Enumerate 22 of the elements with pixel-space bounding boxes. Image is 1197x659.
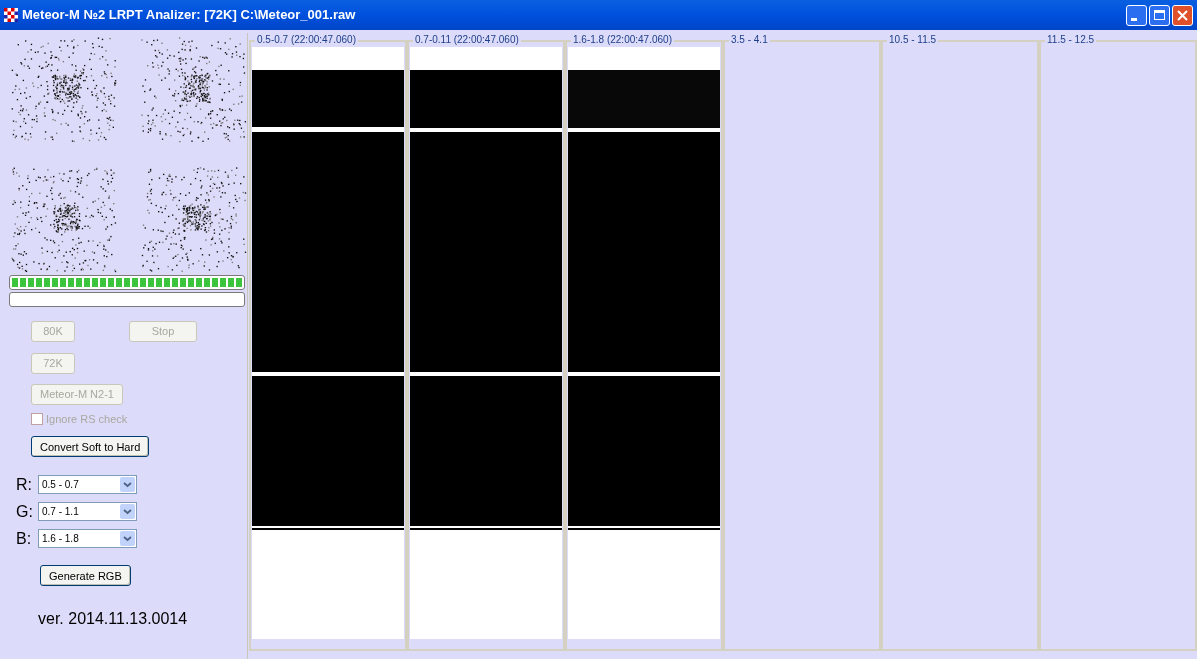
- version-text: ver. 2014.11.13.0014: [38, 608, 189, 629]
- group-box-title: 3.5 - 4.1: [729, 34, 770, 46]
- group-box-title: 0.7-0.11 (22:00:47.060): [413, 34, 521, 46]
- maximize-button[interactable]: [1149, 4, 1170, 26]
- channel-dropdown[interactable]: 0.7 - 1.1: [38, 502, 137, 521]
- button[interactable]: Generate RGB: [40, 565, 131, 587]
- window-title: Meteor-M №2 LRPT Analizer: [72K] C:\Meteor_001.raw: [22, 6, 356, 25]
- button[interactable]: Convert Soft to Hard: [31, 436, 150, 458]
- channel-label: G:: [16, 501, 34, 522]
- checkbox-label: Ignore RS check: [46, 412, 128, 427]
- channel-label: R:: [16, 474, 33, 495]
- group-box-title: 0.5-0.7 (22:00:47.060): [255, 34, 358, 46]
- channel-dropdown[interactable]: 1.6 - 1.8: [38, 529, 137, 548]
- group-box-title: 1.6-1.8 (22:00:47.060): [571, 34, 674, 46]
- group-box-title: 11.5 - 12.5: [1045, 34, 1097, 46]
- close-icon: [1177, 9, 1188, 21]
- app-logo-icon: [4, 8, 18, 22]
- minimize-button[interactable]: [1126, 4, 1147, 26]
- channel-label: B:: [16, 528, 33, 549]
- channel-dropdown[interactable]: 0.5 - 0.7: [38, 475, 137, 494]
- close-button[interactable]: [1172, 4, 1193, 26]
- group-box-title: 10.5 - 11.5: [887, 34, 939, 46]
